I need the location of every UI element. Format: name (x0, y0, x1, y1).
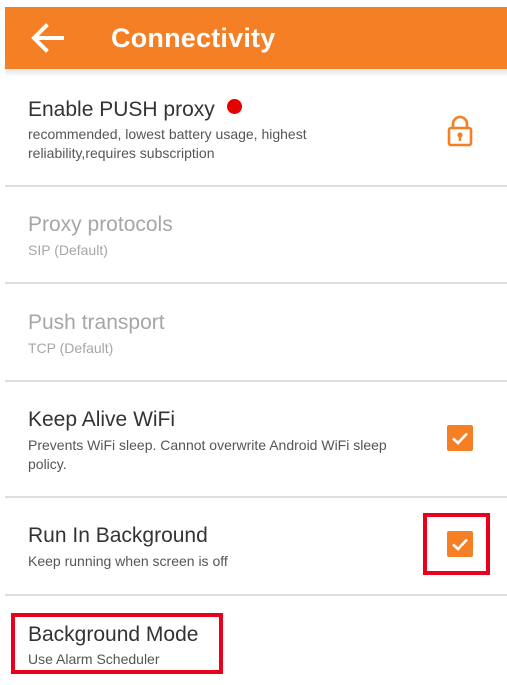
setting-subtitle: Keep running when screen is off (28, 553, 228, 569)
back-button[interactable] (28, 20, 68, 56)
setting-enable-push-proxy[interactable]: Enable PUSH proxy recommended, lowest ba… (5, 77, 507, 185)
run-in-background-checkbox[interactable] (447, 531, 473, 557)
setting-title: Push transport (28, 311, 165, 334)
setting-push-transport: Push transport TCP (Default) (5, 284, 507, 380)
setting-subtitle: Prevents WiFi sleep. Cannot overwrite An… (28, 437, 387, 472)
checkmark-icon (452, 432, 468, 445)
app-bar: Connectivity (5, 7, 507, 69)
setting-title: Background Mode (28, 623, 199, 646)
setting-title: Keep Alive WiFi (28, 408, 176, 431)
setting-subtitle: SIP (Default) (28, 242, 108, 258)
app-bar-shadow (5, 69, 507, 77)
setting-title: Enable PUSH proxy (28, 97, 242, 123)
connectivity-settings-screen: Connectivity Enable PUSH proxy recommend… (0, 0, 507, 685)
keep-alive-wifi-checkbox[interactable] (447, 425, 473, 451)
lock-icon[interactable] (446, 115, 474, 147)
page-title: Connectivity (111, 23, 276, 53)
checkmark-icon (452, 538, 468, 551)
arrow-left-icon (31, 23, 64, 53)
setting-run-in-background[interactable]: Run In Background Keep running when scre… (5, 498, 507, 594)
setting-title: Run In Background (28, 524, 208, 547)
setting-proxy-protocols: Proxy protocols SIP (Default) (5, 187, 507, 283)
setting-subtitle: TCP (Default) (28, 340, 114, 356)
setting-keep-alive-wifi[interactable]: Keep Alive WiFi Prevents WiFi sleep. Can… (5, 382, 507, 496)
setting-subtitle: Use Alarm Scheduler (28, 651, 160, 667)
setting-background-mode[interactable]: Background Mode Use Alarm Scheduler (5, 596, 507, 685)
status-dot (226, 99, 242, 114)
setting-title: Proxy protocols (28, 213, 173, 236)
setting-subtitle: recommended, lowest battery usage, highe… (28, 126, 307, 161)
setting-title-text: Enable PUSH proxy (28, 98, 215, 121)
